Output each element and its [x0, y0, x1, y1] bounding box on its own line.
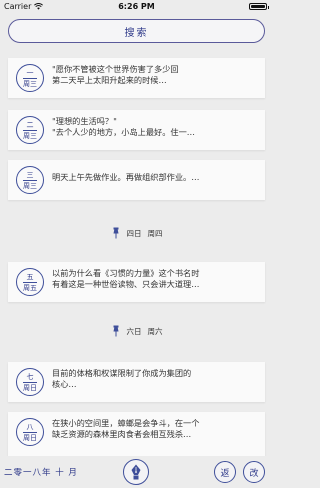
stamp-rule: [23, 77, 37, 79]
entry-line: "理想的生活吗？": [52, 116, 117, 126]
stamp-day: 二: [26, 120, 34, 129]
stamp-rule: [23, 179, 37, 181]
stamp-weekday: 周三: [23, 131, 37, 140]
entry-line: 明天上午先做作业。再做组织部作业。…: [52, 172, 200, 182]
entry-preview: 目前的体格和权谋限制了你成为集团的 核心…: [52, 368, 258, 390]
divider-day: 六日: [126, 326, 142, 336]
battery-icon: [249, 3, 269, 10]
diary-entry-card[interactable]: 二 周三 "理想的生活吗？" "去个人少的地方，小岛上最好。住一…: [8, 110, 265, 150]
entry-line: 以前为什么看《习惯的力量》这个书名时: [52, 268, 200, 278]
diary-entry-card[interactable]: 五 周五 以前为什么看《习惯的力量》这个书名时 有着这是一种世俗读物、只会讲大道…: [8, 262, 265, 302]
fountain-pen-icon: [131, 464, 141, 480]
new-entry-button[interactable]: [123, 459, 149, 485]
entry-preview: 明天上午先做作业。再做组织部作业。…: [52, 172, 258, 183]
pushpin-icon: [113, 227, 118, 239]
entry-line: "愿你不管被这个世界伤害了多少回: [52, 64, 179, 74]
current-month[interactable]: 二零一八年 十 月: [4, 466, 78, 478]
divider-day: 四日: [126, 228, 142, 238]
diary-entry-card[interactable]: 一 周三 "愿你不管被这个世界伤害了多少回 第二天早上太阳升起来的时候…: [8, 58, 265, 98]
back-button[interactable]: 返: [214, 461, 236, 483]
diary-entry-card[interactable]: 八 周日 在狭小的空间里，蟑螂是会争斗，在一个 缺乏资源的森林里肉食者会相互残杀…: [8, 412, 265, 456]
stamp-day: 三: [26, 170, 34, 179]
entry-preview: 在狭小的空间里，蟑螂是会争斗，在一个 缺乏资源的森林里肉食者会相互残杀…: [52, 418, 258, 440]
stamp-day: 八: [26, 422, 34, 431]
entry-line: 目前的体格和权谋限制了你成为集团的: [52, 368, 192, 378]
entry-line: 核心…: [52, 379, 77, 389]
stamp-weekday: 周日: [23, 433, 37, 442]
battery-fill: [251, 5, 265, 8]
date-stamp: 三 周三: [16, 166, 44, 194]
entry-preview: "愿你不管被这个世界伤害了多少回 第二天早上太阳升起来的时候…: [52, 64, 258, 86]
entry-line: "去个人少的地方，小岛上最好。住一…: [52, 127, 195, 137]
stamp-day: 七: [26, 372, 34, 381]
stamp-rule: [23, 381, 37, 383]
stamp-rule: [23, 431, 37, 433]
edit-button[interactable]: 改: [243, 461, 265, 483]
stamp-weekday: 周三: [23, 79, 37, 88]
stamp-rule: [23, 281, 37, 283]
empty-day-divider: 四日 周四: [0, 226, 273, 240]
entry-line: 有着这是一种世俗读物、只会讲大道理…: [52, 279, 200, 289]
stamp-weekday: 周三: [23, 181, 37, 190]
status-bar: Carrier 6:26 PM: [0, 0, 273, 14]
diary-entry-card[interactable]: 三 周三 明天上午先做作业。再做组织部作业。…: [8, 160, 265, 200]
empty-day-divider: 六日 周六: [0, 324, 273, 338]
divider-weekday: 周六: [147, 326, 163, 336]
entry-preview: "理想的生活吗？" "去个人少的地方，小岛上最好。住一…: [52, 116, 258, 138]
stamp-rule: [23, 129, 37, 131]
stamp-day: 五: [26, 272, 34, 281]
stamp-weekday: 周日: [23, 383, 37, 392]
entry-line: 缺乏资源的森林里肉食者会相互残杀…: [52, 429, 192, 439]
diary-entry-card[interactable]: 七 周日 目前的体格和权谋限制了你成为集团的 核心…: [8, 362, 265, 402]
search-button[interactable]: 搜索: [8, 19, 265, 43]
date-stamp: 一 周三: [16, 64, 44, 92]
date-stamp: 五 周五: [16, 268, 44, 296]
date-stamp: 二 周三: [16, 116, 44, 144]
entry-line: 第二天早上太阳升起来的时候…: [52, 75, 167, 85]
date-stamp: 八 周日: [16, 418, 44, 446]
entry-line: 在狭小的空间里，蟑螂是会争斗，在一个: [52, 418, 200, 428]
pushpin-icon: [113, 325, 118, 337]
stamp-day: 一: [26, 68, 34, 77]
bottom-toolbar: 二零一八年 十 月 返 改: [0, 456, 273, 488]
entry-preview: 以前为什么看《习惯的力量》这个书名时 有着这是一种世俗读物、只会讲大道理…: [52, 268, 258, 290]
divider-weekday: 周四: [147, 228, 163, 238]
clock: 6:26 PM: [118, 2, 155, 11]
date-stamp: 七 周日: [16, 368, 44, 396]
stamp-weekday: 周五: [23, 283, 37, 292]
